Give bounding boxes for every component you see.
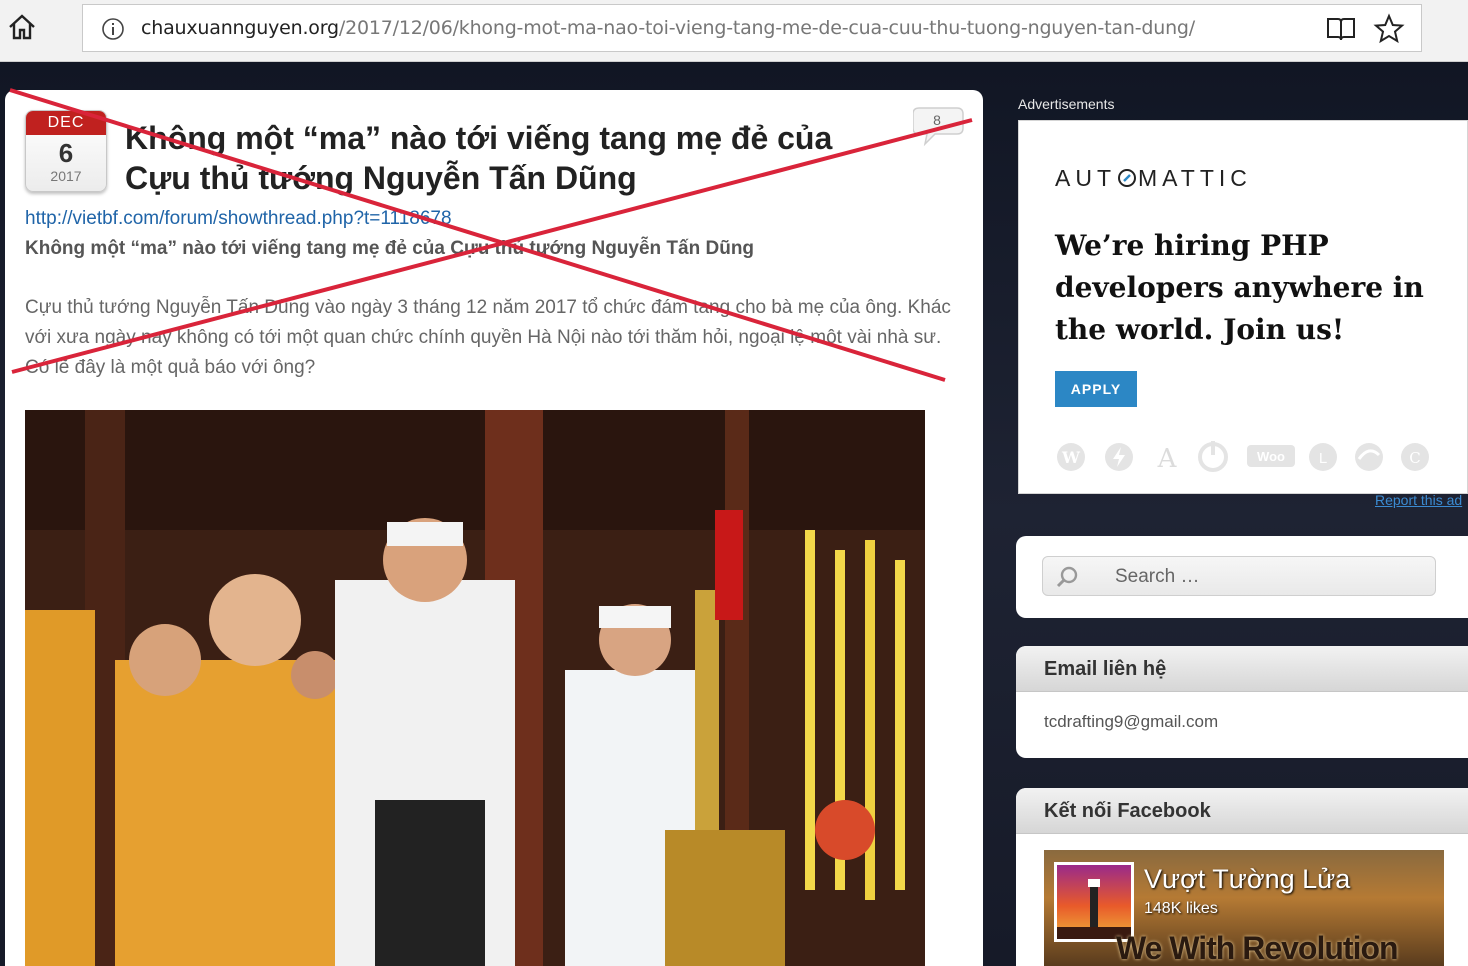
facebook-widget: Kết nối Facebook Vượt Tường Lửa 148K lik… xyxy=(1016,788,1468,966)
comment-count-bubble[interactable]: 8 xyxy=(912,104,969,148)
ad-banner[interactable]: AUT MATTIC We’re hiring PHP developers an… xyxy=(1018,120,1468,494)
ad-brand-logo: AUT MATTIC xyxy=(1055,165,1252,192)
facebook-likes-count: 148K likes xyxy=(1144,900,1218,917)
url-text[interactable]: chauxuannguyen.org/2017/12/06/khong-mot-… xyxy=(141,17,1195,39)
date-year: 2017 xyxy=(50,168,82,184)
automattic-o-icon xyxy=(1118,169,1136,187)
funeral-photo-illustration xyxy=(25,410,925,966)
url-domain: chauxuannguyen.org xyxy=(141,17,339,39)
contact-email[interactable]: tcdrafting9@gmail.com xyxy=(1044,712,1218,732)
date-day: 6 xyxy=(58,138,74,168)
ads-label: Advertisements xyxy=(1018,96,1115,112)
lighthouse-icon xyxy=(1057,879,1131,939)
home-icon[interactable] xyxy=(6,11,38,43)
search-placeholder: Search … xyxy=(1115,566,1200,587)
address-bar[interactable]: chauxuannguyen.org/2017/12/06/khong-mot-… xyxy=(82,4,1422,52)
email-widget-title: Email liên hệ xyxy=(1016,646,1468,692)
article-photo xyxy=(25,410,925,966)
ad-brand-right: MATTIC xyxy=(1138,165,1252,191)
comment-count: 8 xyxy=(933,112,941,128)
facebook-widget-title: Kết nối Facebook xyxy=(1016,788,1468,834)
ad-product-logos: W A Woo L C xyxy=(1057,441,1429,474)
search-widget: Search … xyxy=(1016,536,1468,618)
article-card: DEC 6 2017 Không một “ma” nào tới viếng … xyxy=(5,90,983,966)
favorite-star-icon[interactable] xyxy=(1373,13,1405,45)
facebook-page-cover[interactable]: Vượt Tường Lửa 148K likes We With Revolu… xyxy=(1044,850,1444,966)
date-month: DEC xyxy=(26,111,106,135)
post-title[interactable]: Không một “ma” nào tới viếng tang mẹ đẻ … xyxy=(125,118,885,198)
post-subtitle: Không một “ma” nào tới viếng tang mẹ đẻ … xyxy=(25,238,755,259)
svg-text:L: L xyxy=(1319,450,1327,467)
browser-toolbar: chauxuannguyen.org/2017/12/06/khong-mot-… xyxy=(0,0,1468,62)
email-widget: Email liên hệ tcdrafting9@gmail.com xyxy=(1016,646,1468,758)
search-input[interactable]: Search … xyxy=(1042,556,1436,596)
svg-text:C: C xyxy=(1409,449,1420,467)
ad-brand-left: AUT xyxy=(1055,165,1116,191)
info-icon[interactable] xyxy=(101,17,125,41)
ad-headline: We’re hiring PHP developers anywhere in … xyxy=(1055,229,1424,346)
svg-text:A: A xyxy=(1157,444,1178,474)
search-icon xyxy=(1056,566,1078,588)
post-date-badge: DEC 6 2017 xyxy=(25,110,107,192)
facebook-page-name[interactable]: Vượt Tường Lửa xyxy=(1144,864,1350,895)
post-body: Cựu thủ tướng Nguyễn Tấn Dũng vào ngày 3… xyxy=(25,297,951,378)
report-ad-link[interactable]: Report this ad xyxy=(1375,492,1462,508)
svg-text:Woo: Woo xyxy=(1257,449,1285,464)
url-path: /2017/12/06/khong-mot-ma-nao-toi-vieng-t… xyxy=(338,17,1195,39)
facebook-cover-text: We With Revolution xyxy=(1116,930,1399,966)
source-link[interactable]: http://vietbf.com/forum/showthread.php?t… xyxy=(25,208,452,230)
svg-text:W: W xyxy=(1061,448,1081,467)
reading-view-icon[interactable] xyxy=(1325,13,1357,45)
apply-button[interactable]: APPLY xyxy=(1055,371,1137,407)
